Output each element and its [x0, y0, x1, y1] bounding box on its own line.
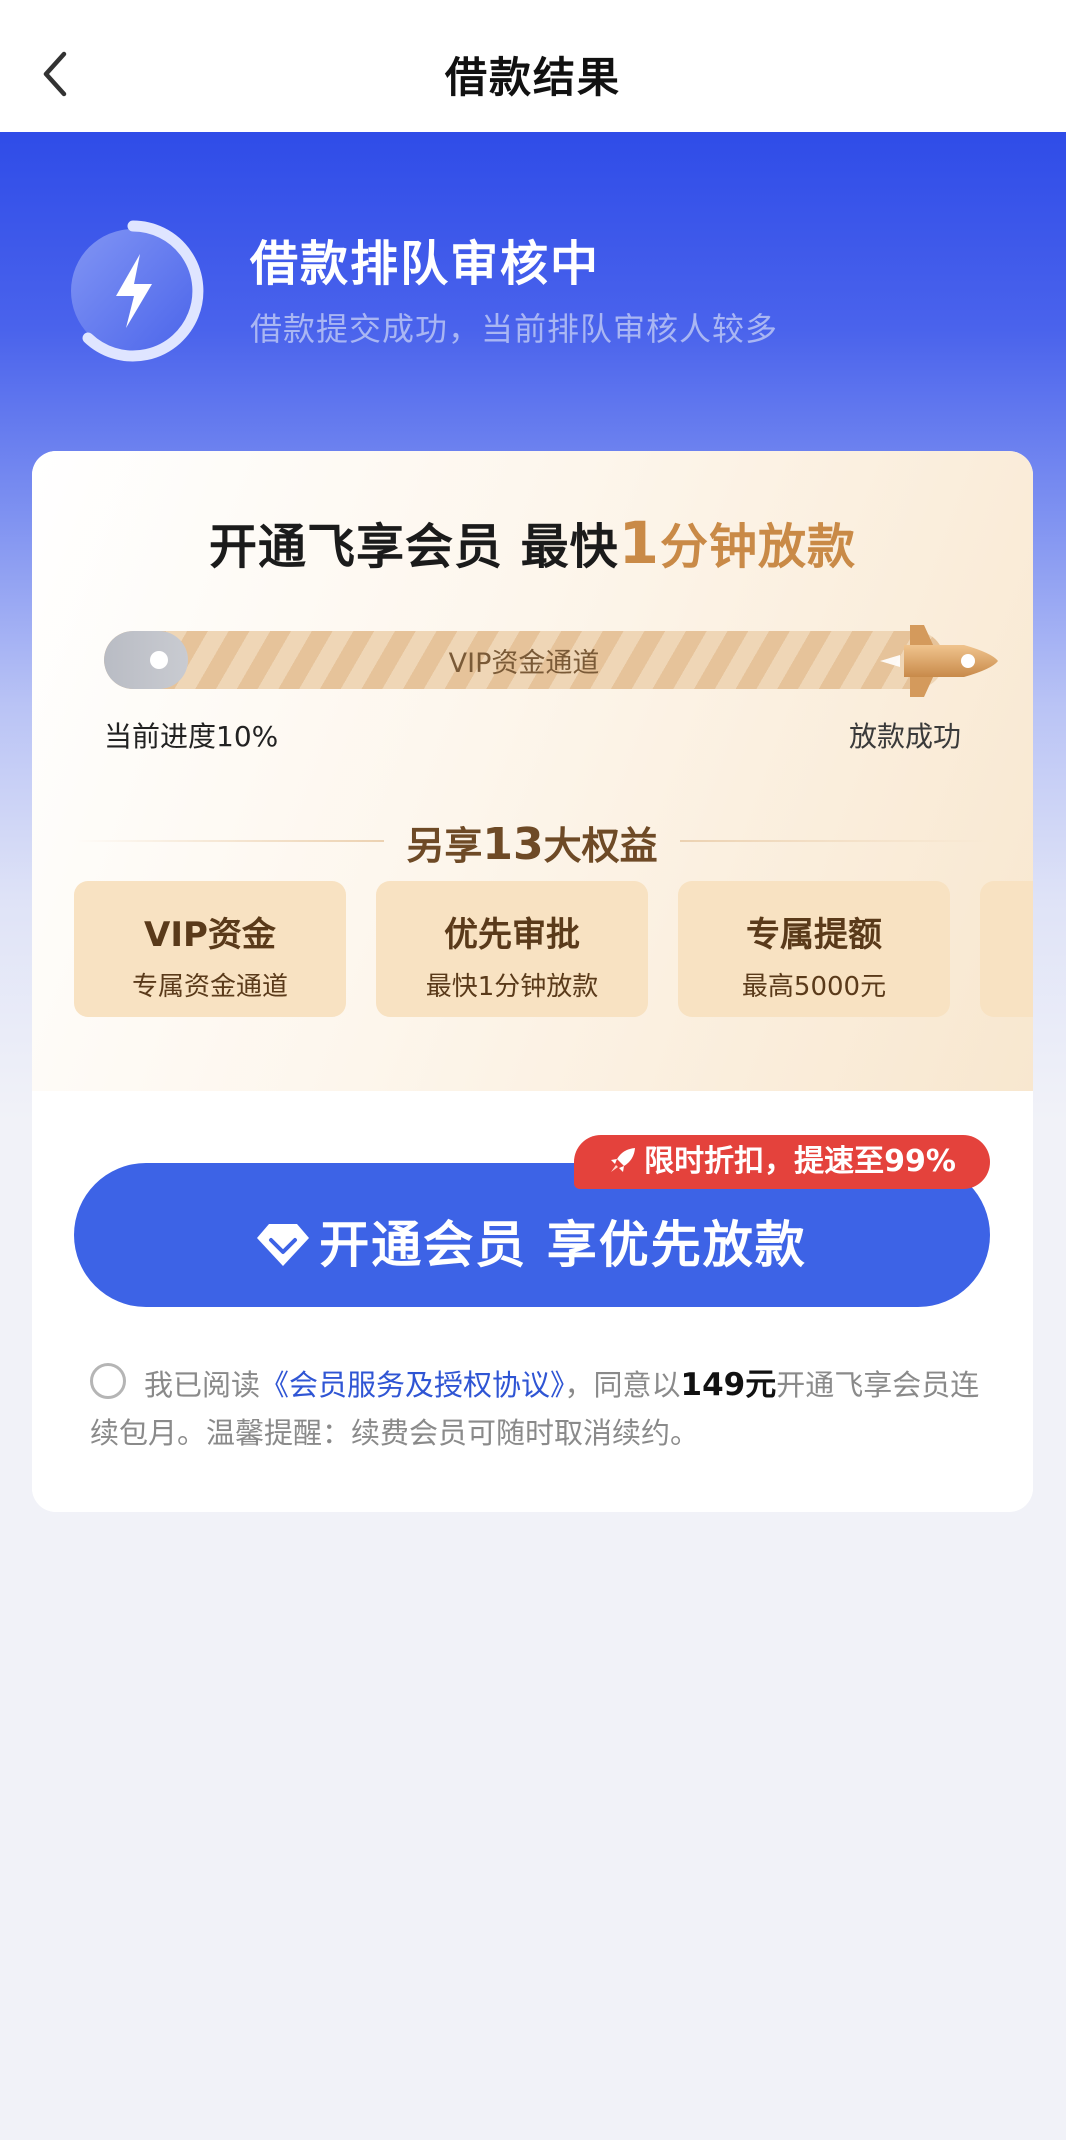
diamond-icon — [257, 1223, 310, 1266]
agreement-prefix: 我已阅读 — [144, 1368, 261, 1402]
agreement-checkbox[interactable] — [90, 1363, 126, 1399]
benefits-title-prefix: 另享 — [406, 824, 483, 868]
rocket-icon — [880, 625, 998, 697]
progress-channel-label: VIP资金通道 — [448, 648, 600, 679]
benefit-title: 专属提额 — [746, 915, 882, 955]
benefits-header: 另享13大权益 — [74, 811, 990, 871]
promo-section: 开通飞享会员 最快1分钟放款 VIP资金通道 当前进度10% 放款成功 另享13… — [32, 451, 1033, 1091]
cta-content: 开通会员 享优先放款 — [74, 1205, 990, 1277]
benefit-tile-more[interactable] — [980, 881, 1033, 1017]
benefit-title: VIP资金 — [144, 915, 276, 955]
progress-end-label: 放款成功 — [848, 720, 961, 753]
agreement-text: 我已阅读《会员服务及授权协议》，同意以149元开通飞享会员连续包月。温馨提醒：续… — [90, 1361, 990, 1457]
status-subtitle: 借款提交成功，当前排队审核人较多 — [250, 310, 779, 348]
discount-badge: 限时折扣，提速至99% — [574, 1135, 990, 1189]
agreement-middle: ，同意以 — [564, 1368, 681, 1402]
benefits-title-suffix: 大权益 — [543, 824, 658, 868]
benefits-title: 另享13大权益 — [74, 815, 990, 870]
rocket-icon — [611, 1147, 636, 1172]
status-title: 借款排队审核中 — [250, 236, 601, 292]
agreement-link[interactable]: 《会员服务及授权协议》 — [260, 1368, 565, 1402]
promo-title-suffix: 分钟放款 — [660, 519, 857, 575]
promo-title-number: 1 — [618, 509, 661, 577]
cta-section: 开通会员 享优先放款 限时折扣，提速至99% 我已阅读《会员服务及授权协议》，同… — [32, 1091, 1033, 1512]
membership-card: 开通飞享会员 最快1分钟放款 VIP资金通道 当前进度10% 放款成功 另享13… — [32, 451, 1033, 1512]
benefits-title-number: 13 — [482, 819, 544, 870]
benefit-subtitle: 专属资金通道 — [131, 972, 288, 1002]
benefit-tile-credit-increase[interactable]: 专属提额 最高5000元 — [678, 881, 950, 1017]
benefit-subtitle: 最快1分钟放款 — [425, 972, 599, 1002]
progress-bar: VIP资金通道 — [104, 631, 944, 689]
promo-title-prefix: 开通飞享会员 最快 — [208, 519, 619, 575]
agreement: 我已阅读《会员服务及授权协议》，同意以149元开通飞享会员连续包月。温馨提醒：续… — [90, 1361, 990, 1457]
benefit-title: 优先审批 — [444, 915, 580, 955]
agreement-price: 149元 — [680, 1367, 777, 1403]
cta-label: 开通会员 享优先放款 — [319, 1216, 807, 1274]
benefit-subtitle: 最高5000元 — [741, 972, 887, 1002]
benefit-list: VIP资金 专属资金通道 优先审批 最快1分钟放款 专属提额 最高5000元 — [74, 881, 1033, 1021]
promo-title: 开通飞享会员 最快1分钟放款 — [32, 507, 1033, 577]
current-progress-label: 当前进度10% — [104, 720, 279, 753]
benefit-tile-vip-funds[interactable]: VIP资金 专属资金通道 — [74, 881, 346, 1017]
page-title: 借款结果 — [444, 53, 621, 102]
lightning-icon — [71, 220, 204, 362]
discount-badge-text: 限时折扣，提速至99% — [644, 1144, 956, 1179]
nav-bar: 借款结果 — [0, 0, 1066, 132]
benefit-tile-priority-review[interactable]: 优先审批 最快1分钟放款 — [376, 881, 648, 1017]
